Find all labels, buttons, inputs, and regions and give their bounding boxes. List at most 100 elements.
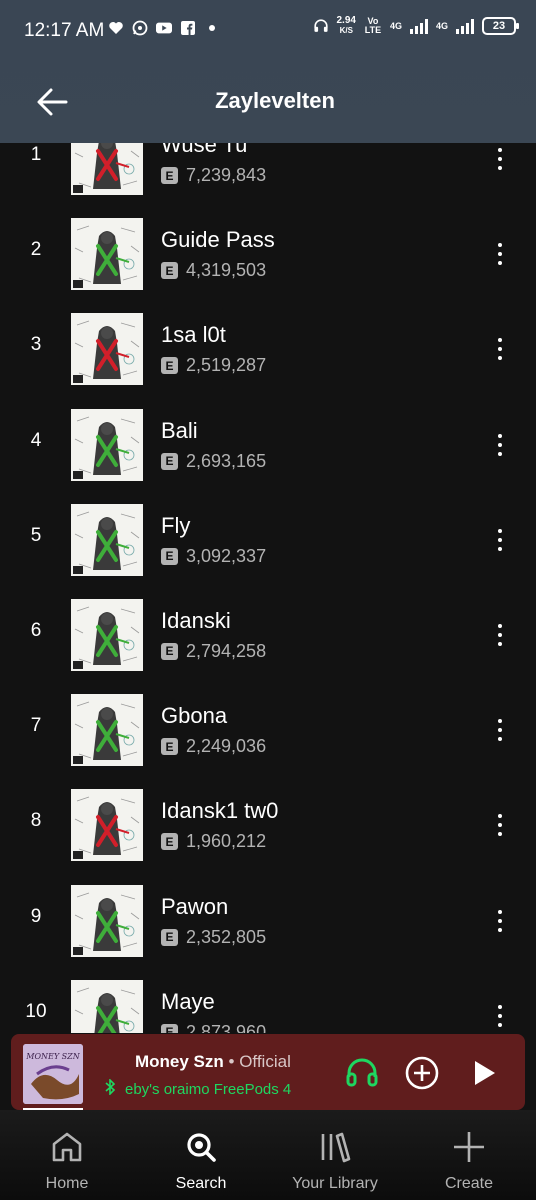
connected-device[interactable]: eby's oraimo FreePods 4: [105, 1079, 309, 1099]
track-row[interactable]: 2 Guide Pass E 4,319,503: [0, 206, 536, 301]
nav-home-label: Home: [45, 1175, 89, 1192]
track-list: 1 Wuse Tu E 7,239,843 2 Guide Pass E 4,3…: [0, 143, 536, 1033]
signal-bars-2-icon: [456, 18, 474, 34]
youtube-icon: [156, 20, 172, 36]
notification-icons: [108, 20, 220, 36]
track-rank: 8: [30, 810, 42, 832]
track-row[interactable]: 10 Maye E 2,873,960: [0, 968, 536, 1033]
track-title: Idansk1 tw0: [161, 798, 279, 824]
track-row[interactable]: 4 Bali E 2,693,165: [0, 397, 536, 492]
bluetooth-icon: [105, 1079, 116, 1099]
more-options-icon[interactable]: [490, 239, 510, 269]
nav-search[interactable]: Search: [146, 1130, 256, 1193]
track-cover-art: [71, 503, 143, 576]
signal-bars-1-icon: [409, 18, 428, 34]
track-title: Pawon: [161, 893, 229, 919]
explicit-badge: E: [161, 833, 178, 851]
nav-your-library[interactable]: Your Library: [280, 1130, 390, 1193]
track-rank: 1: [30, 144, 42, 165]
system-indicators: 2.94 K/S Vo LTE 4G 4G 23: [313, 16, 519, 36]
track-meta: E 2,519,287: [161, 355, 266, 376]
track-list-inner: 1 Wuse Tu E 7,239,843 2 Guide Pass E 4,3…: [0, 143, 536, 1033]
more-options-icon[interactable]: [490, 906, 510, 936]
track-cover-art: [71, 218, 143, 291]
explicit-badge: E: [161, 357, 178, 375]
track-play-count: 1,960,212: [186, 831, 267, 852]
more-options-icon[interactable]: [490, 620, 510, 650]
track-rank: 9: [30, 905, 42, 927]
track-rank: 7: [30, 715, 42, 737]
heart-icon: [108, 20, 124, 36]
track-play-count: 2,794,258: [186, 640, 267, 661]
track-play-count: 2,873,960: [186, 1021, 267, 1033]
nav-create-label: Create: [444, 1175, 494, 1192]
track-row[interactable]: 3 1sa l0t E 2,519,287: [0, 301, 536, 396]
plus-icon: [452, 1130, 486, 1169]
more-options-icon[interactable]: [490, 1001, 510, 1031]
track-title: Wuse Tu: [161, 143, 248, 157]
headphones-icon: [313, 18, 329, 34]
search-icon: [184, 1130, 218, 1169]
more-options-icon[interactable]: [490, 810, 510, 840]
track-meta: E 2,693,165: [161, 451, 266, 472]
nav-home[interactable]: Home: [12, 1130, 122, 1193]
volte-indicator: Vo LTE: [364, 16, 382, 35]
explicit-badge: E: [161, 452, 178, 470]
track-play-count: 4,319,503: [186, 260, 267, 281]
more-options-icon[interactable]: [490, 144, 510, 174]
status-bar: 12:17 AM 2.94 K/S Vo LTE 4G 4G 23: [0, 0, 536, 62]
track-row[interactable]: 8 Idansk1 tw0 E 1,960,212: [0, 777, 536, 872]
add-to-library-icon[interactable]: [403, 1054, 441, 1092]
facebook-icon: [180, 20, 196, 36]
nav-search-label: Search: [175, 1175, 227, 1192]
track-meta: E 4,319,503: [161, 260, 266, 281]
track-row[interactable]: 7 Gbona E 2,249,036: [0, 682, 536, 777]
track-row[interactable]: 6 Idanski E 2,794,258: [0, 587, 536, 682]
track-rank: 2: [30, 239, 42, 261]
track-title: Bali: [161, 417, 198, 443]
track-row[interactable]: 9 Pawon E 2,352,805: [0, 873, 536, 968]
explicit-badge: E: [161, 642, 178, 660]
track-row[interactable]: 5 Fly E 3,092,337: [0, 492, 536, 587]
track-meta: E 1,960,212: [161, 831, 266, 852]
play-icon[interactable]: [465, 1054, 503, 1092]
track-rank: 4: [30, 429, 42, 451]
track-title: Fly: [161, 512, 191, 538]
more-options-icon[interactable]: [490, 334, 510, 364]
track-title: Gbona: [161, 703, 228, 729]
track-cover-art: [71, 979, 143, 1033]
status-time: 12:17 AM: [24, 20, 105, 41]
track-play-count: 3,092,337: [186, 545, 267, 566]
more-options-icon[interactable]: [490, 715, 510, 745]
now-playing-cover-art: MONEY SZN: [23, 1044, 83, 1104]
more-options-icon[interactable]: [490, 525, 510, 555]
track-rank: 10: [25, 1000, 47, 1022]
track-meta: E 3,092,337: [161, 546, 266, 567]
track-cover-art: [71, 789, 143, 862]
nav-create[interactable]: Create: [414, 1130, 524, 1193]
track-row[interactable]: 1 Wuse Tu E 7,239,843: [0, 143, 536, 206]
now-playing-song: Money Szn: [135, 1052, 224, 1071]
network-speed: 2.94 K/S: [337, 16, 356, 36]
explicit-badge: E: [161, 1023, 178, 1033]
mini-player[interactable]: MONEY SZN Money Szn • Official eby's ora…: [11, 1034, 525, 1110]
explicit-badge: E: [161, 167, 178, 184]
track-meta: E 2,352,805: [161, 927, 266, 948]
more-options-icon[interactable]: [490, 430, 510, 460]
track-meta: E 2,873,960: [161, 1022, 266, 1033]
now-playing-subtitle: • Official: [223, 1052, 291, 1071]
battery-indicator: 23: [482, 17, 519, 35]
track-rank: 6: [30, 619, 42, 641]
connect-device-headphones-icon[interactable]: [343, 1054, 381, 1092]
bottom-navigation: Home Search Your Library Create: [0, 1110, 536, 1200]
explicit-badge: E: [161, 738, 178, 756]
track-rank: 5: [30, 524, 42, 546]
network-speed-unit: K/S: [339, 26, 353, 35]
track-play-count: 2,352,805: [186, 926, 267, 947]
explicit-badge: E: [161, 928, 178, 946]
track-title: Maye: [161, 988, 215, 1014]
track-play-count: 7,239,843: [186, 165, 267, 185]
playback-progress-bar: [23, 1108, 83, 1110]
track-cover-art: [71, 408, 143, 481]
track-cover-art: [71, 143, 143, 195]
